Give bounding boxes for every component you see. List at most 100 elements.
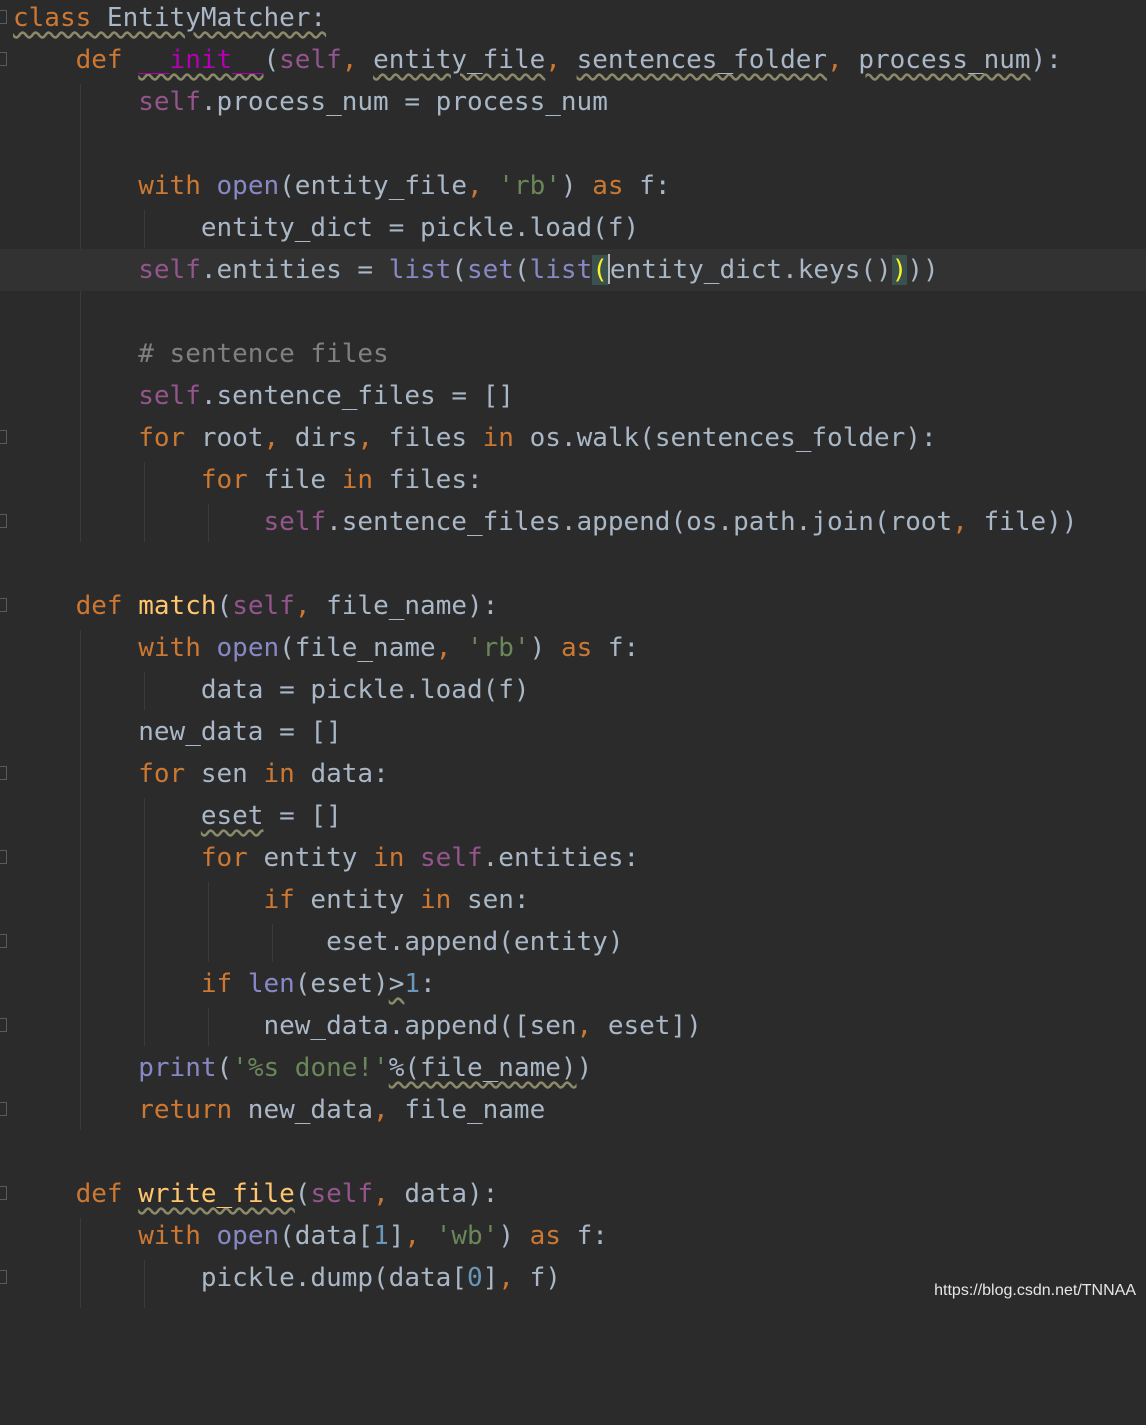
token-keyword: with: [138, 171, 201, 201]
code-line[interactable]: with open(entity_file, 'rb') as f:: [0, 165, 1146, 207]
line-content: if entity in sen:: [13, 879, 529, 921]
code-line[interactable]: entity_dict = pickle.load(f): [0, 207, 1146, 249]
token-text: entity: [247, 843, 374, 873]
line-content: def match(self, file_name):: [13, 585, 499, 627]
token-paren: (: [216, 1053, 233, 1083]
matched-brace-open: (: [592, 255, 608, 285]
fold-marker-icon[interactable]: [0, 10, 7, 24]
line-content: class EntityMatcher:: [13, 0, 326, 39]
line-content: for file in files:: [13, 459, 483, 501]
token-builtin: open: [216, 171, 280, 201]
token-string: 'rb': [467, 633, 530, 663]
token-text: entity: [294, 885, 420, 915]
code-line[interactable]: new_data = []: [0, 711, 1146, 753]
code-line[interactable]: new_data.append([sen, eset]): [0, 1005, 1146, 1047]
fold-marker-icon[interactable]: [0, 1186, 7, 1200]
code-line[interactable]: data = pickle.load(f): [0, 669, 1146, 711]
code-line[interactable]: return new_data, file_name: [0, 1089, 1146, 1131]
fold-marker-icon[interactable]: [0, 850, 7, 864]
token-builtin: list: [388, 255, 452, 285]
token-keyword: as: [529, 1221, 561, 1251]
fold-marker-icon[interactable]: [0, 1270, 7, 1284]
token-text: os.walk(sentences_folder):: [513, 423, 937, 453]
line-content: self.sentence_files.append(os.path.join(…: [13, 501, 1077, 543]
token-comment: # sentence files: [138, 339, 389, 369]
code-line[interactable]: with open(file_name, 'rb') as f:: [0, 627, 1146, 669]
token-comma: ,: [827, 45, 859, 75]
code-line[interactable]: for root, dirs, files in os.walk(sentenc…: [0, 417, 1146, 459]
line-content: return new_data, file_name: [13, 1089, 545, 1131]
token-keyword: in: [482, 423, 514, 453]
code-line-current[interactable]: self.entities = list(set(list(entity_dic…: [0, 249, 1146, 291]
code-line[interactable]: self.sentence_files = []: [0, 375, 1146, 417]
line-content: def __init__(self, entity_file, sentence…: [13, 39, 1062, 81]
code-line[interactable]: class EntityMatcher:: [0, 0, 1146, 39]
token-comma: ,: [294, 591, 327, 621]
code-line[interactable]: if entity in sen:: [0, 879, 1146, 921]
token-text: .entities =: [200, 255, 389, 285]
code-line[interactable]: self.process_num = process_num: [0, 81, 1146, 123]
code-editor[interactable]: class EntityMatcher: def __init__(self, …: [0, 0, 1146, 1308]
code-line[interactable]: for file in files:: [0, 459, 1146, 501]
token-text: = []: [263, 801, 342, 831]
fold-marker-icon[interactable]: [0, 430, 7, 444]
token-text: f:: [623, 171, 671, 201]
fold-marker-icon[interactable]: [0, 1018, 7, 1032]
fold-marker-icon[interactable]: [0, 598, 7, 612]
code-line[interactable]: def write_file(self, data):: [0, 1173, 1146, 1215]
token-builtin: open: [216, 1221, 280, 1251]
token-paren: (: [263, 45, 280, 75]
token-text: root: [185, 423, 264, 453]
line-content: with open(entity_file, 'rb') as f:: [13, 165, 671, 207]
token-keyword: class: [13, 3, 92, 33]
token-text: ): [498, 1221, 530, 1251]
code-line[interactable]: if len(eset)>1:: [0, 963, 1146, 1005]
token-string: '%s done!': [232, 1053, 389, 1083]
token-keyword: as: [592, 171, 624, 201]
token-text: f): [529, 1263, 561, 1293]
token-keyword: in: [341, 465, 374, 495]
code-line[interactable]: print('%s done!'%(file_name)): [0, 1047, 1146, 1089]
token-text: eset]): [607, 1011, 702, 1041]
token-builtin: print: [138, 1053, 217, 1083]
fold-marker-icon[interactable]: [0, 934, 7, 948]
token-keyword: def: [75, 1179, 123, 1209]
matched-brace-close: ): [891, 255, 908, 285]
token-comma: ,: [576, 1011, 608, 1041]
fold-marker-icon[interactable]: [0, 766, 7, 780]
token-keyword: as: [560, 633, 593, 663]
token-comma: ,: [373, 1179, 405, 1209]
fold-marker-icon[interactable]: [0, 514, 7, 528]
token-keyword: return: [138, 1095, 233, 1125]
token-text: new_data = []: [138, 717, 342, 747]
code-line[interactable]: def match(self, file_name):: [0, 585, 1146, 627]
line-content: for sen in data:: [13, 753, 388, 795]
fold-marker-icon[interactable]: [0, 52, 7, 66]
token-paren: (: [451, 255, 467, 285]
token-comma: ,: [435, 633, 467, 663]
code-line[interactable]: # sentence files: [0, 333, 1146, 375]
code-line[interactable]: with open(data[1], 'wb') as f:: [0, 1215, 1146, 1257]
code-line[interactable]: for entity in self.entities:: [0, 837, 1146, 879]
token-builtin: len: [247, 969, 295, 999]
token-self: self: [263, 507, 327, 537]
line-content: self.entities = list(set(list(entity_dic…: [13, 249, 939, 291]
token-keyword: if: [263, 885, 295, 915]
token-text: files: [388, 423, 483, 453]
code-line[interactable]: eset.append(entity): [0, 921, 1146, 963]
token-text: pickle.dump(data[: [200, 1263, 467, 1293]
fold-marker-icon[interactable]: [0, 1102, 7, 1116]
code-line[interactable]: def __init__(self, entity_file, sentence…: [0, 39, 1146, 81]
token-text: ): [529, 633, 561, 663]
line-content: self.process_num = process_num: [13, 81, 608, 123]
code-line[interactable]: self.sentence_files.append(os.path.join(…: [0, 501, 1146, 543]
token-text: file: [247, 465, 342, 495]
token-text: dirs: [294, 423, 358, 453]
token-class-name: EntityMatcher:: [91, 3, 327, 33]
token-self: self: [138, 255, 201, 285]
code-line[interactable]: eset = []: [0, 795, 1146, 837]
code-line[interactable]: for sen in data:: [0, 753, 1146, 795]
